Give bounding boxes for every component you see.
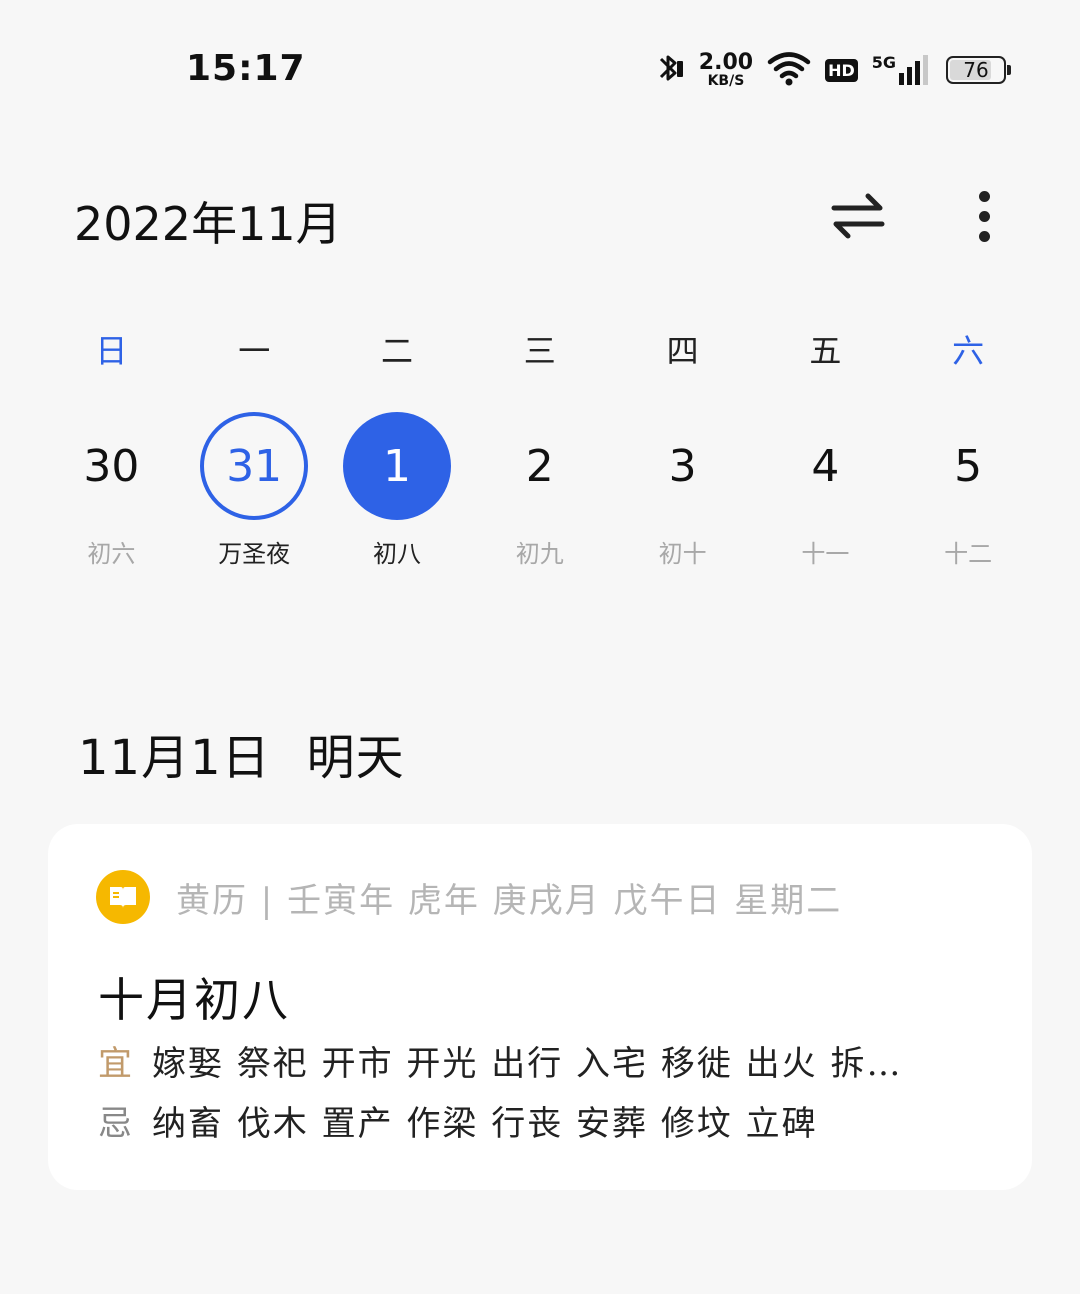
auspicious-items: 嫁娶 祭祀 开市 开光 出行 入宅 移徙 出火 拆… bbox=[152, 1044, 903, 1084]
lunar-date: 十月初八 bbox=[98, 973, 290, 1027]
inauspicious-items: 纳畜 伐木 置产 作梁 行丧 安葬 修坟 立碑 bbox=[152, 1104, 818, 1144]
network-speed-unit: KB/S bbox=[707, 73, 745, 89]
almanac-card[interactable]: 黄历 | 壬寅年 虎年 庚戌月 戊午日 星期二 十月初八 宜嫁娶 祭祀 开市 开… bbox=[48, 824, 1032, 1190]
inauspicious-tag: 忌 bbox=[98, 1104, 134, 1144]
selected-date-heading: 11月1日 明天 bbox=[78, 718, 405, 788]
weekday-label: 二 bbox=[380, 332, 413, 370]
weekday-label: 日 bbox=[95, 332, 128, 370]
weekday-label: 五 bbox=[809, 332, 842, 370]
weekday-label: 一 bbox=[238, 332, 271, 370]
day-number: 31 bbox=[200, 412, 309, 520]
lunar-label: 十二 bbox=[944, 540, 993, 568]
status-icons: 2.00 KB/S HD 5G 76 bbox=[653, 50, 1011, 90]
weekday-label: 六 bbox=[952, 332, 985, 370]
month-title[interactable]: 2022年11月 bbox=[74, 188, 342, 254]
day-cell[interactable]: 2 初九 bbox=[468, 412, 611, 569]
day-number: 5 bbox=[954, 440, 983, 492]
battery-level: 76 bbox=[963, 58, 989, 82]
relative-day: 明天 bbox=[306, 730, 405, 786]
weekday-header: 日 一 二 三 四 五 六 bbox=[40, 326, 1040, 372]
week-row: 30 初六 31 万圣夜 1 初八 2 初九 3 初十 4 十一 5 十二 bbox=[40, 412, 1040, 569]
auspicious-row: 宜嫁娶 祭祀 开市 开光 出行 入宅 移徙 出火 拆… bbox=[98, 1036, 902, 1085]
lunar-label: 初八 bbox=[372, 540, 421, 568]
switch-view-button[interactable] bbox=[826, 188, 890, 244]
almanac-subtitle: 黄历 | 壬寅年 虎年 庚戌月 戊午日 星期二 bbox=[176, 880, 843, 921]
signal-icon: 5G bbox=[872, 53, 932, 87]
lunar-label: 初十 bbox=[658, 540, 707, 568]
day-number: 1 bbox=[342, 412, 451, 520]
status-bar: 15:17 2.00 KB/S HD 5G 76 bbox=[0, 0, 1080, 140]
auspicious-tag: 宜 bbox=[98, 1044, 134, 1084]
lunar-label: 初六 bbox=[87, 540, 136, 568]
day-number: 30 bbox=[83, 440, 140, 492]
bluetooth-icon bbox=[653, 50, 685, 90]
holiday-label: 万圣夜 bbox=[218, 540, 291, 568]
weekday-label: 四 bbox=[666, 332, 699, 370]
day-cell[interactable]: 3 初十 bbox=[611, 412, 754, 569]
more-dot bbox=[978, 230, 990, 242]
day-number: 2 bbox=[525, 440, 554, 492]
more-dot bbox=[978, 190, 990, 202]
day-cell[interactable]: 5 十二 bbox=[897, 412, 1040, 569]
day-number: 4 bbox=[811, 440, 840, 492]
wifi-icon bbox=[767, 50, 811, 90]
swap-arrows-icon bbox=[831, 193, 885, 239]
network-speed: 2.00 KB/S bbox=[698, 50, 754, 89]
day-number: 3 bbox=[668, 440, 697, 492]
lunar-label: 十一 bbox=[801, 540, 850, 568]
almanac-book-icon bbox=[96, 870, 150, 924]
inauspicious-row: 忌纳畜 伐木 置产 作梁 行丧 安葬 修坟 立碑 bbox=[98, 1096, 818, 1145]
day-cell-selected[interactable]: 1 初八 bbox=[326, 412, 469, 569]
day-cell[interactable]: 30 初六 bbox=[40, 412, 183, 569]
clock: 15:17 bbox=[186, 48, 306, 89]
hd-icon: HD bbox=[825, 58, 858, 82]
network-type-label: 5G bbox=[871, 53, 896, 72]
weekday-label: 三 bbox=[523, 332, 556, 370]
almanac-card-header: 黄历 | 壬寅年 虎年 庚戌月 戊午日 星期二 bbox=[96, 870, 842, 924]
day-cell[interactable]: 4 十一 bbox=[754, 412, 897, 569]
more-dot bbox=[978, 210, 990, 222]
more-options-button[interactable] bbox=[960, 186, 1008, 246]
selected-date: 11月1日 bbox=[78, 730, 271, 786]
day-cell-today[interactable]: 31 万圣夜 bbox=[183, 412, 326, 569]
lunar-label: 初九 bbox=[515, 540, 564, 568]
network-speed-value: 2.00 bbox=[698, 50, 754, 75]
battery-icon: 76 bbox=[946, 56, 1011, 84]
